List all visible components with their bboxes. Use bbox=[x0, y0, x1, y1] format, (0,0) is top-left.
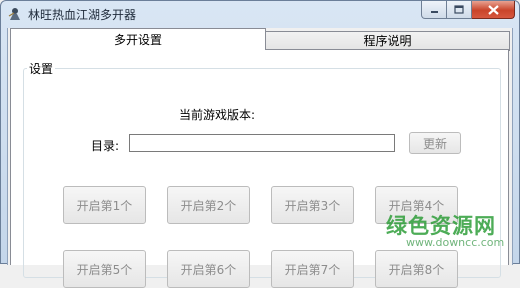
settings-tab-panel: 设置 当前游戏版本: 目录: 更新 开启第1个 开启第2个 开启第3个 开启第4… bbox=[10, 49, 509, 288]
window-client-area: 多开设置 程序说明 设置 当前游戏版本: 目录: 更新 开启第1个 开启第2个 … bbox=[7, 28, 513, 288]
window-title: 林旺热血江湖多开器 bbox=[28, 8, 137, 22]
title-bar[interactable]: 林旺热血江湖多开器 bbox=[1, 1, 519, 27]
directory-label: 目录: bbox=[91, 139, 120, 153]
minimize-icon bbox=[430, 11, 438, 13]
maximize-button[interactable] bbox=[447, 1, 472, 19]
caption-buttons bbox=[421, 1, 515, 19]
open-instance-7-button[interactable]: 开启第7个 bbox=[271, 250, 354, 288]
open-instance-5-button[interactable]: 开启第5个 bbox=[63, 250, 146, 288]
settings-groupbox bbox=[23, 68, 501, 278]
open-instance-2-button[interactable]: 开启第2个 bbox=[167, 186, 250, 224]
minimize-button[interactable] bbox=[421, 1, 447, 19]
open-instance-4-button[interactable]: 开启第4个 bbox=[375, 186, 458, 224]
open-instance-3-button[interactable]: 开启第3个 bbox=[271, 186, 354, 224]
game-version-label: 当前游戏版本: bbox=[179, 108, 256, 122]
update-button[interactable]: 更新 bbox=[409, 132, 461, 154]
maximize-icon bbox=[454, 5, 464, 14]
game-character-icon bbox=[7, 6, 23, 22]
close-icon bbox=[487, 4, 499, 15]
tab-multi-open-settings[interactable]: 多开设置 bbox=[10, 28, 266, 50]
open-instance-8-button[interactable]: 开启第8个 bbox=[375, 250, 458, 288]
open-instance-6-button[interactable]: 开启第6个 bbox=[167, 250, 250, 288]
app-window: 林旺热血江湖多开器 多开设置 程序说明 设置 当前游戏版本: 目录: 更新 开启… bbox=[0, 0, 520, 288]
tab-program-description[interactable]: 程序说明 bbox=[265, 31, 510, 51]
directory-input[interactable] bbox=[129, 134, 395, 152]
close-button[interactable] bbox=[472, 1, 515, 19]
open-instance-1-button[interactable]: 开启第1个 bbox=[63, 186, 146, 224]
settings-group-label: 设置 bbox=[27, 60, 56, 77]
